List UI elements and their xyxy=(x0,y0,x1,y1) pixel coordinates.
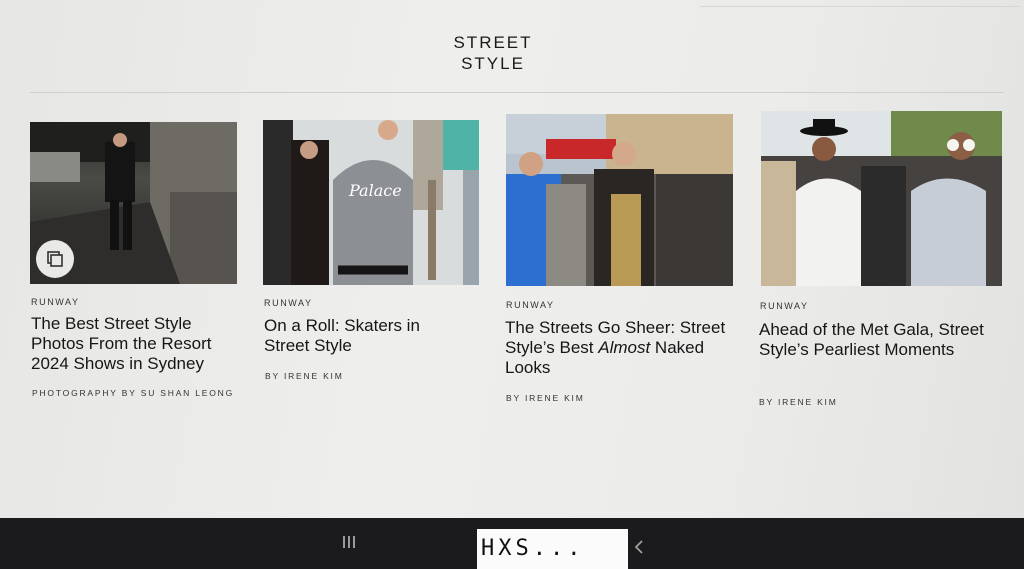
divider xyxy=(30,92,1004,93)
article-kicker[interactable]: RUNWAY xyxy=(760,301,809,311)
gallery-button[interactable] xyxy=(36,240,74,278)
watermark-label: HXS... xyxy=(477,529,628,569)
section-title: STREET STYLE xyxy=(453,33,533,73)
article-image[interactable] xyxy=(761,111,1002,286)
article-kicker[interactable]: RUNWAY xyxy=(264,298,313,308)
screen: STREET STYLE RUNWAY The Best Street Styl… xyxy=(0,0,1024,520)
article-byline: PHOTOGRAPHY BY SU SHAN LEONG xyxy=(32,388,235,398)
back-icon[interactable] xyxy=(634,540,644,554)
photo-scene xyxy=(761,111,1002,286)
article-kicker[interactable]: RUNWAY xyxy=(31,297,80,307)
article-headline[interactable]: The Best Street Style Photos From the Re… xyxy=(31,314,231,374)
article-image[interactable] xyxy=(506,114,733,286)
article-headline[interactable]: Ahead of the Met Gala, Street Style’s Pe… xyxy=(759,320,999,360)
article-image[interactable] xyxy=(30,122,237,284)
headline-emphasis: Almost xyxy=(598,338,651,357)
article-byline: BY IRENE KIM xyxy=(506,393,585,403)
photo-scene: Palace xyxy=(263,120,479,285)
article-headline[interactable]: The Streets Go Sheer: Street Style’s Bes… xyxy=(505,318,730,378)
divider xyxy=(700,6,1020,7)
article-byline: BY IRENE KIM xyxy=(265,371,344,381)
photo-scene xyxy=(506,114,733,286)
article-kicker[interactable]: RUNWAY xyxy=(506,300,555,310)
recents-icon[interactable] xyxy=(342,536,356,550)
article-image[interactable]: Palace xyxy=(263,120,479,285)
gallery-icon xyxy=(47,251,63,267)
article-byline: BY IRENE KIM xyxy=(759,397,838,407)
article-headline[interactable]: On a Roll: Skaters in Street Style xyxy=(264,316,464,356)
svg-text:Palace: Palace xyxy=(348,181,402,200)
